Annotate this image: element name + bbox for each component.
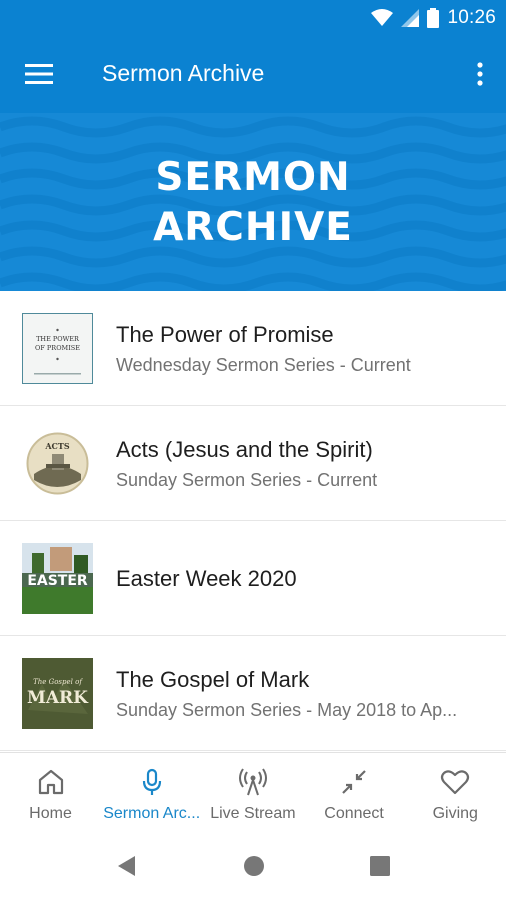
series-thumbnail: The Gospel of MARK	[22, 658, 93, 729]
overflow-menu-button[interactable]	[468, 54, 492, 94]
home-icon	[38, 769, 63, 795]
series-thumbnail: EASTER	[22, 543, 93, 614]
nav-label-live-stream: Live Stream	[210, 805, 296, 822]
series-title: The Power of Promise	[116, 322, 334, 347]
nav-giving[interactable]: Giving	[405, 753, 506, 833]
nav-connect[interactable]: Connect	[304, 753, 405, 833]
back-icon[interactable]	[115, 854, 139, 878]
nav-label-giving: Giving	[432, 805, 478, 822]
list-item[interactable]: The Gospel of MARK The Gospel of Mark Su…	[0, 636, 506, 751]
wifi-icon	[371, 9, 394, 26]
system-navigation-bar	[0, 832, 506, 900]
status-bar: 10:26	[0, 0, 506, 36]
heart-icon	[441, 770, 470, 795]
nav-label-connect: Connect	[324, 805, 384, 822]
nav-home[interactable]: Home	[0, 753, 101, 833]
sermon-archive-banner: SERMON ARCHIVE	[0, 113, 506, 291]
series-thumbnail: THE POWER OF PROMISE	[22, 313, 93, 384]
connect-arrows-icon	[342, 770, 366, 794]
list-item[interactable]: THE POWER OF PROMISE The Power of Promis…	[0, 291, 506, 406]
status-time: 10:26	[447, 7, 496, 28]
bottom-navigation: Home Sermon Arc... Live Stream Connect G…	[0, 752, 506, 832]
menu-button[interactable]	[16, 54, 62, 94]
series-subtitle: Sunday Sermon Series - Current	[116, 470, 378, 490]
list-item[interactable]: ACTS Acts (Jesus and the Spirit) Sunday …	[0, 406, 506, 521]
thumb-small-text: The Gospel of	[33, 678, 83, 686]
battery-icon	[427, 8, 440, 28]
nav-sermon-archive[interactable]: Sermon Arc...	[101, 753, 202, 833]
microphone-icon	[142, 768, 161, 795]
nav-label-home: Home	[29, 805, 72, 822]
hamburger-menu-icon	[25, 64, 53, 84]
thumb-text-line1: THE POWER	[36, 335, 80, 343]
series-subtitle: Wednesday Sermon Series - Current	[116, 355, 411, 375]
series-title: Easter Week 2020	[116, 566, 297, 591]
thumb-text: ACTS	[44, 441, 70, 451]
nav-label-sermon-archive: Sermon Arc...	[103, 805, 201, 822]
signal-icon	[401, 9, 420, 27]
page-title: Sermon Archive	[102, 60, 265, 86]
series-subtitle: Sunday Sermon Series - May 2018 to Ap...	[116, 700, 458, 720]
broadcast-icon	[238, 768, 267, 796]
more-vert-icon	[477, 62, 483, 86]
banner-title-line1: SERMON	[155, 155, 351, 200]
thumb-text: MARK	[27, 688, 89, 708]
app-bar: Sermon Archive	[0, 36, 506, 113]
thumb-text-line2: OF PROMISE	[35, 344, 80, 352]
home-circle-icon[interactable]	[242, 854, 266, 878]
recents-icon[interactable]	[368, 854, 392, 878]
status-icons: 10:26	[371, 6, 496, 30]
banner-title-line2: ARCHIVE	[153, 205, 353, 250]
banner-title: SERMON ARCHIVE	[0, 153, 506, 253]
series-title: Acts (Jesus and the Spirit)	[116, 437, 373, 462]
thumb-text: EASTER	[27, 573, 88, 589]
sermon-series-list: THE POWER OF PROMISE The Power of Promis…	[0, 291, 506, 751]
list-item[interactable]: EASTER Easter Week 2020	[0, 521, 506, 636]
nav-live-stream[interactable]: Live Stream	[202, 753, 303, 833]
series-thumbnail: ACTS	[22, 428, 93, 499]
series-title: The Gospel of Mark	[116, 667, 310, 692]
